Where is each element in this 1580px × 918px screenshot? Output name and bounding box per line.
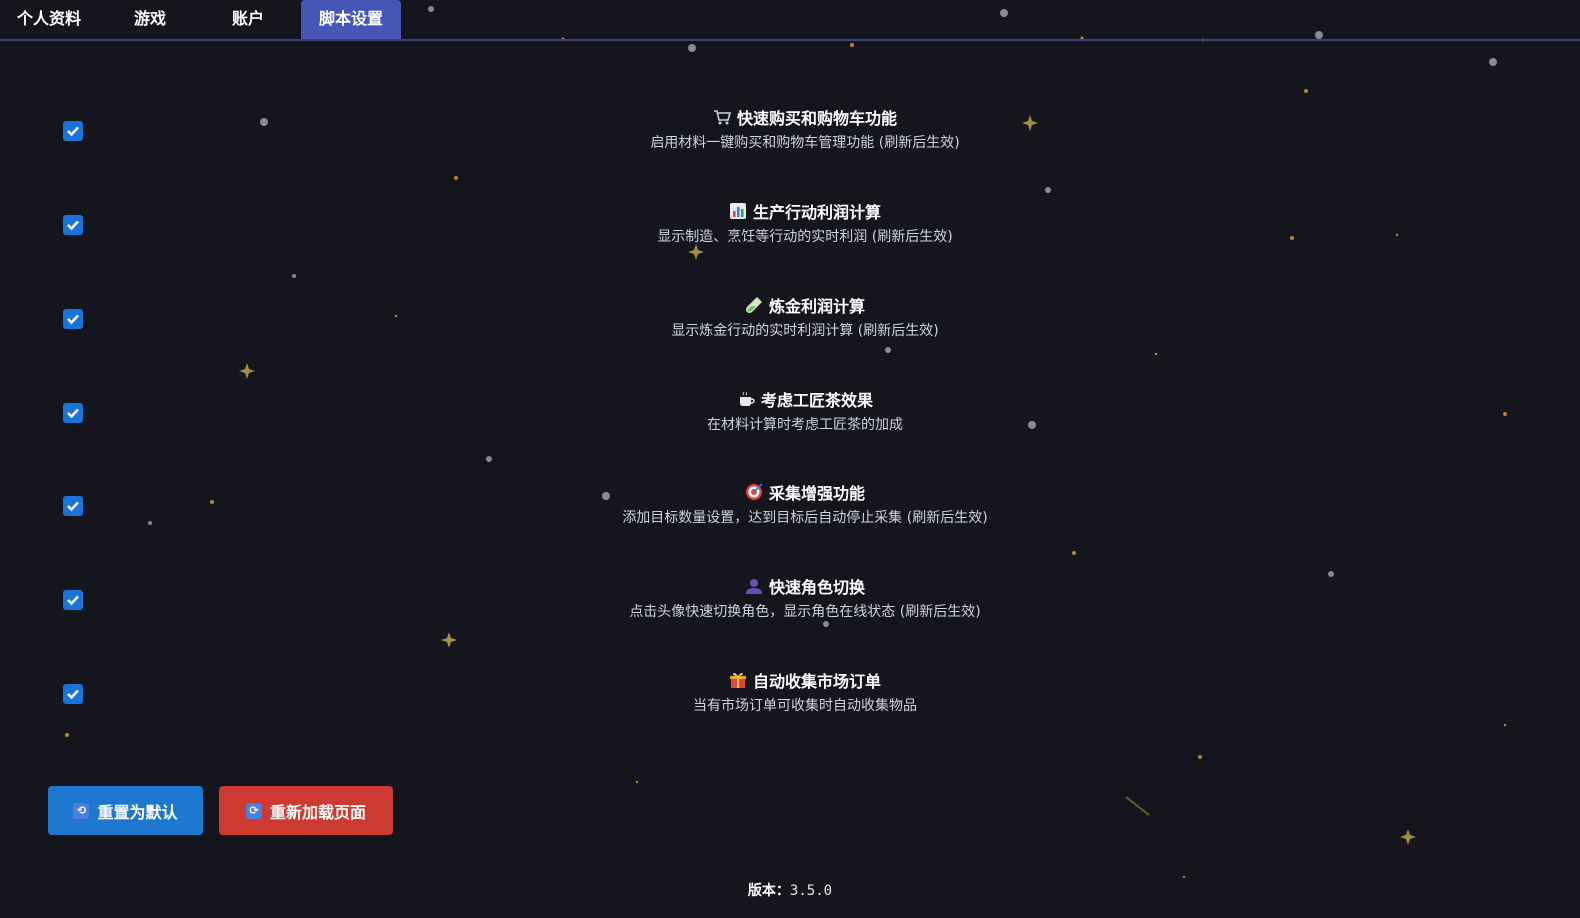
checkbox-artisan-tea[interactable] — [63, 403, 83, 423]
checkbox-auto-collect-market[interactable] — [63, 684, 83, 704]
setting-row-production-profit: 生产行动利润计算 显示制造、烹饪等行动的实时利润 (刷新后生效) — [0, 200, 1580, 260]
reload-button-label: 重新加载页面 — [269, 802, 366, 822]
setting-title: 考虑工匠茶效果 — [620, 388, 990, 410]
gift-icon — [729, 672, 746, 688]
tab-game[interactable]: 游戏 — [116, 0, 184, 39]
setting-title: 自动收集市场订单 — [620, 669, 990, 691]
setting-row-auto-collect-market: 自动收集市场订单 当有市场订单可收集时自动收集物品 — [0, 669, 1580, 729]
setting-title: 采集增强功能 — [620, 481, 990, 503]
check-icon — [67, 126, 79, 137]
tab-profile[interactable]: 个人资料 — [6, 0, 92, 39]
setting-title-text: 炼金利润计算 — [768, 297, 865, 316]
setting-row-alchemy-profit: 炼金利润计算 显示炼金行动的实时利润计算 (刷新后生效) — [0, 294, 1580, 354]
setting-description: 显示制造、烹饪等行动的实时利润 (刷新后生效) — [657, 229, 953, 245]
checkbox-gathering-enhance[interactable] — [63, 496, 83, 516]
setting-description: 显示炼金行动的实时利润计算 (刷新后生效) — [671, 323, 939, 339]
refresh-icon: ⟲ — [73, 802, 90, 819]
checkbox-production-profit[interactable] — [63, 215, 83, 235]
setting-title: 炼金利润计算 — [620, 294, 990, 316]
setting-text: 快速购买和购物车功能 启用材料一键购买和购物车管理功能 (刷新后生效) — [620, 106, 990, 152]
setting-row-artisan-tea: 考虑工匠茶效果 在材料计算时考虑工匠茶的加成 — [0, 388, 1580, 448]
setting-row-quick-character-switch: 快速角色切换 点击头像快速切换角色，显示角色在线状态 (刷新后生效) — [0, 575, 1580, 635]
setting-text: 生产行动利润计算 显示制造、烹饪等行动的实时利润 (刷新后生效) — [620, 200, 990, 246]
setting-title: 快速购买和购物车功能 — [620, 106, 990, 128]
tea-cup-icon — [739, 391, 755, 406]
reset-button-label: 重置为默认 — [97, 802, 178, 822]
check-icon — [67, 689, 79, 700]
check-icon — [67, 501, 79, 512]
tab-account[interactable]: 账户 — [214, 0, 282, 39]
test-tube-icon — [745, 297, 762, 313]
target-icon — [745, 483, 763, 500]
setting-title-text: 自动收集市场订单 — [752, 672, 881, 691]
check-icon — [67, 408, 79, 419]
setting-title-text: 采集增强功能 — [768, 484, 865, 503]
setting-title-text: 快速角色切换 — [768, 578, 865, 597]
setting-title: 快速角色切换 — [620, 575, 990, 597]
reset-to-default-button[interactable]: ⟲ 重置为默认 — [48, 786, 203, 835]
setting-title-text: 生产行动利润计算 — [752, 203, 881, 222]
setting-title-text: 快速购买和购物车功能 — [736, 109, 897, 128]
setting-text: 考虑工匠茶效果 在材料计算时考虑工匠茶的加成 — [620, 388, 990, 434]
check-icon — [67, 220, 79, 231]
shopping-cart-icon — [713, 110, 731, 125]
reload-icon: ⟳ — [245, 802, 262, 819]
checkbox-quick-buy[interactable] — [63, 121, 83, 141]
tab-bar: 个人资料 游戏 账户 脚本设置 — [0, 0, 1580, 41]
setting-text: 炼金利润计算 显示炼金行动的实时利润计算 (刷新后生效) — [620, 294, 990, 340]
setting-description: 当有市场订单可收集时自动收集物品 — [693, 698, 917, 714]
version-number: 3.5.0 — [789, 883, 833, 899]
setting-row-gathering-enhance: 采集增强功能 添加目标数量设置，达到目标后自动停止采集 (刷新后生效) — [0, 481, 1580, 541]
user-silhouette-icon — [745, 579, 762, 594]
check-icon — [67, 314, 79, 325]
setting-description: 添加目标数量设置，达到目标后自动停止采集 (刷新后生效) — [622, 510, 988, 526]
check-icon — [67, 595, 79, 606]
setting-title-text: 考虑工匠茶效果 — [760, 391, 873, 410]
bar-chart-icon — [729, 203, 746, 219]
checkbox-quick-character-switch[interactable] — [63, 590, 83, 610]
setting-title: 生产行动利润计算 — [620, 200, 990, 222]
setting-description: 点击头像快速切换角色，显示角色在线状态 (刷新后生效) — [629, 604, 981, 620]
reload-page-button[interactable]: ⟳ 重新加载页面 — [219, 786, 393, 835]
setting-row-quick-buy: 快速购买和购物车功能 启用材料一键购买和购物车管理功能 (刷新后生效) — [0, 106, 1580, 166]
version-label: 版本： — [747, 883, 790, 899]
checkbox-alchemy-profit[interactable] — [63, 309, 83, 329]
version-info: 版本：3.5.0 — [0, 880, 1580, 900]
setting-text: 自动收集市场订单 当有市场订单可收集时自动收集物品 — [620, 669, 990, 715]
setting-description: 在材料计算时考虑工匠茶的加成 — [707, 417, 903, 433]
tab-script-settings[interactable]: 脚本设置 — [301, 0, 401, 39]
setting-text: 快速角色切换 点击头像快速切换角色，显示角色在线状态 (刷新后生效) — [620, 575, 990, 621]
setting-description: 启用材料一键购买和购物车管理功能 (刷新后生效) — [650, 135, 960, 151]
setting-text: 采集增强功能 添加目标数量设置，达到目标后自动停止采集 (刷新后生效) — [620, 481, 990, 527]
